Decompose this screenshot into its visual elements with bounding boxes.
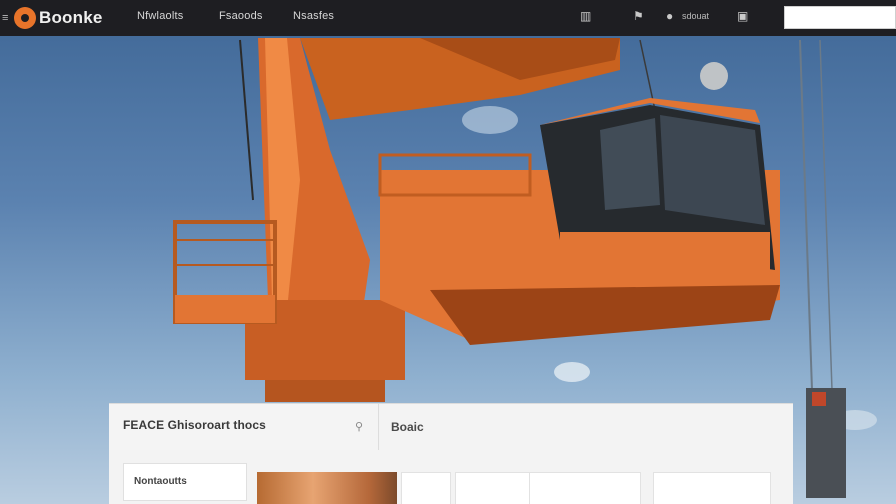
account-link[interactable]: sdouat: [682, 11, 709, 21]
nav-link-3[interactable]: Nsasfes: [293, 10, 334, 22]
logo-icon: [14, 7, 36, 29]
menu-icon[interactable]: ≡: [2, 11, 12, 25]
nav-link-2[interactable]: Fsaoods: [219, 10, 263, 22]
top-search-input[interactable]: [784, 6, 896, 29]
product-thumbnail[interactable]: [257, 472, 397, 504]
search-panel-title: FEACE Ghisoroart thocs: [123, 418, 266, 432]
product-card-3[interactable]: [529, 472, 641, 504]
results-button[interactable]: Nontaoutts: [123, 463, 247, 501]
search-panel: FEACE Ghisoroart thocs ⚲ Boaic Nontaoutt…: [109, 403, 793, 504]
brand-name: Boonke: [39, 8, 103, 27]
globe-icon[interactable]: ●: [666, 9, 673, 23]
category-label[interactable]: Boaic: [391, 420, 424, 434]
results-button-label: Nontaoutts: [134, 476, 187, 487]
top-navbar: ≡ Boonke Nfwlaolts Fsaoods Nsasfes ▥ ⚑ ●…: [0, 0, 896, 36]
cart-icon[interactable]: ▣: [737, 9, 748, 23]
search-field[interactable]: FEACE Ghisoroart thocs ⚲: [109, 404, 379, 450]
brand-logo[interactable]: Boonke: [14, 7, 103, 29]
nav-link-1[interactable]: Nfwlaolts: [137, 10, 183, 22]
flag-icon[interactable]: ⚑: [633, 9, 644, 23]
chat-icon[interactable]: ▥: [580, 9, 591, 23]
product-card-1[interactable]: [401, 472, 451, 504]
product-card-4[interactable]: [653, 472, 771, 504]
product-card-2[interactable]: [455, 472, 535, 504]
search-icon[interactable]: ⚲: [355, 420, 363, 433]
